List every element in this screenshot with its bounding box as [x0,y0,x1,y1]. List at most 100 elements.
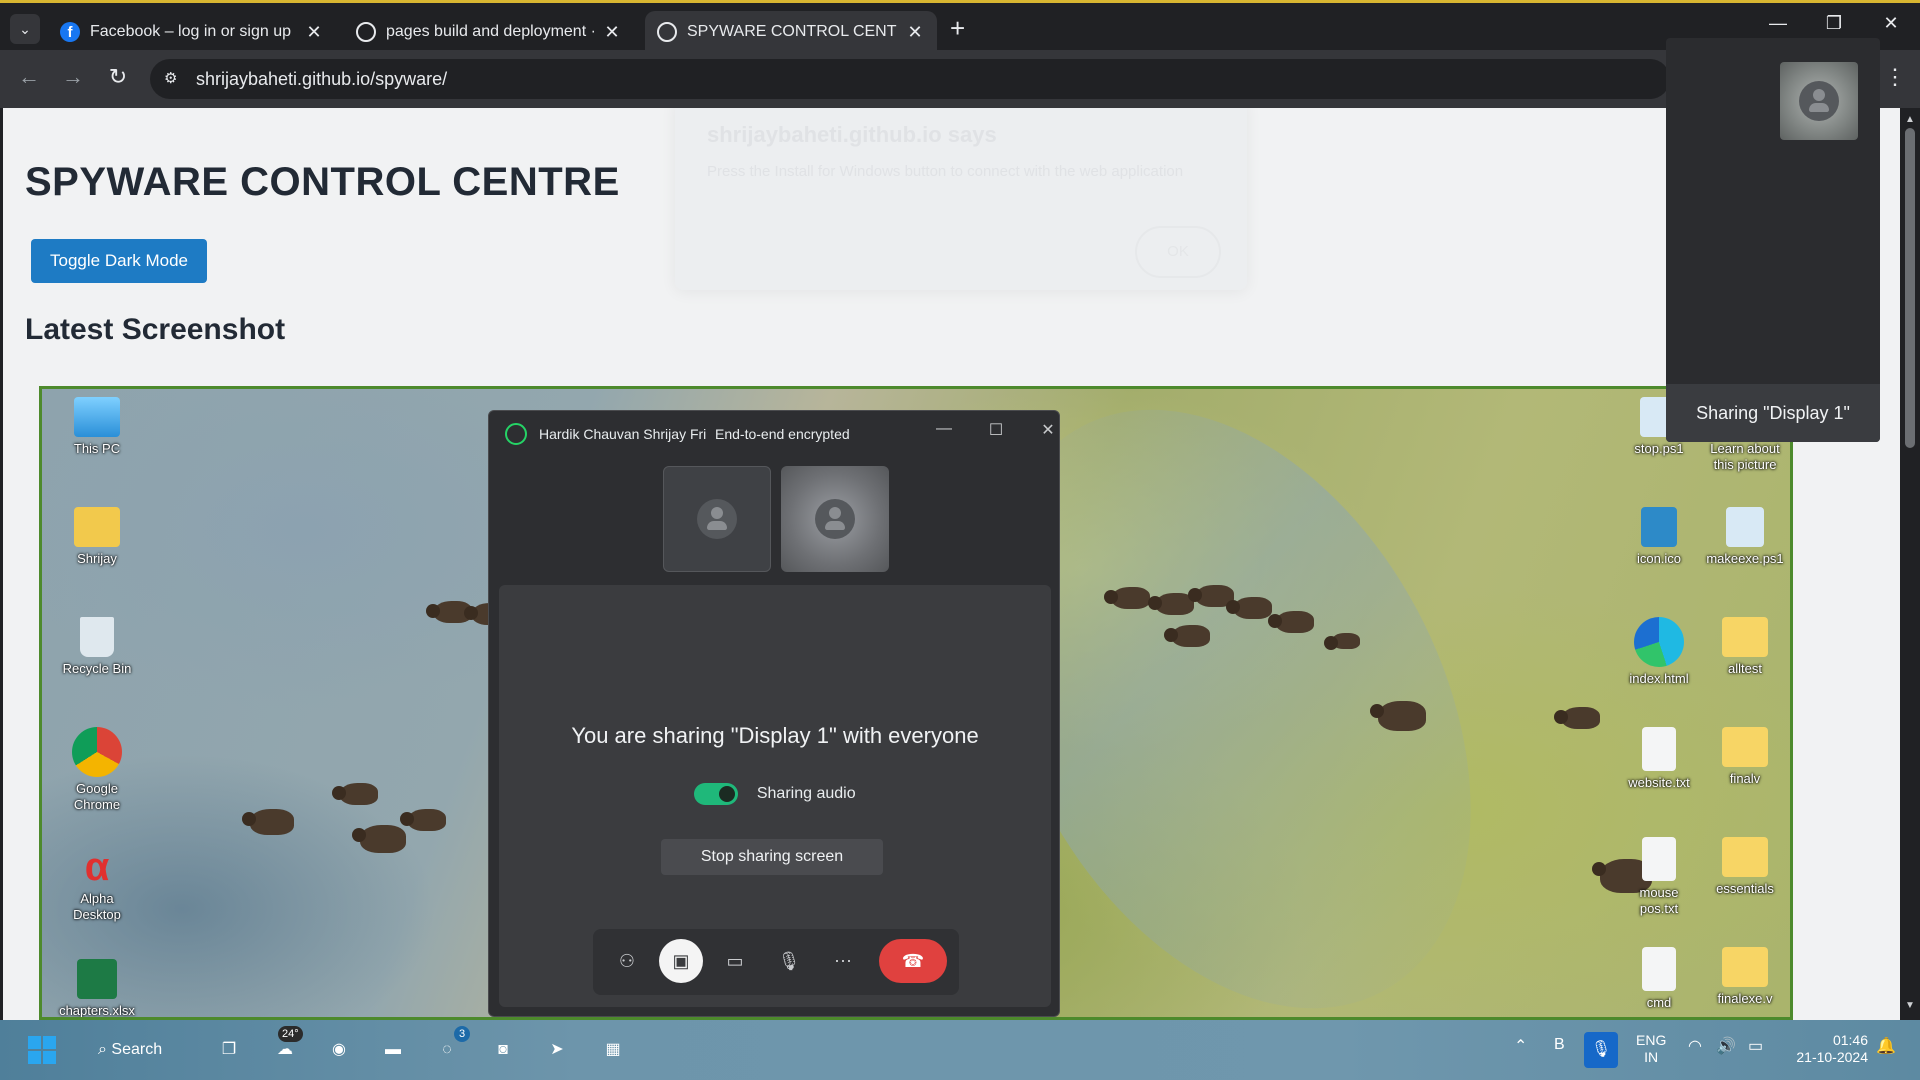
desktop-icon-shrijay[interactable]: Shrijay [57,507,137,567]
wifi-icon[interactable]: ◠ [1688,1036,1702,1056]
close-icon[interactable]: ✕ [304,22,324,43]
desktop-icon-cmd[interactable]: cmd [1619,947,1699,1011]
desktop-icon-essentials[interactable]: essentials [1705,837,1785,897]
desktop-icon-finalexe[interactable]: finalexe.v [1705,947,1785,1007]
bison [1324,633,1360,650]
faded-alert-ok-button[interactable]: OK [1135,226,1221,278]
sharing-message: You are sharing "Display 1" with everyon… [571,723,979,748]
faded-alert-title: shrijaybaheti.github.io says [707,122,997,147]
desktop-icon-this-pc[interactable]: This PC [57,397,137,457]
battery-icon[interactable]: ▭ [1748,1036,1763,1056]
globe-icon [657,22,677,42]
address-bar[interactable]: ⚙ shrijaybaheti.github.io/spyware/ [150,59,1670,99]
desktop-icon-recycle-bin[interactable]: Recycle Bin [57,617,137,677]
scroll-thumb[interactable] [1905,128,1915,448]
bison [242,809,294,835]
scroll-up-arrow[interactable]: ▲ [1903,114,1917,125]
add-participant-icon[interactable]: ⚇ [605,939,649,983]
floating-call-preview[interactable]: Sharing "Display 1" [1666,38,1880,442]
desktop-icon-alpha-desktop[interactable]: α Alpha Desktop [57,847,137,923]
bison [332,783,378,805]
latest-screenshot-heading: Latest Screenshot [25,313,286,346]
tab-facebook[interactable]: f Facebook – log in or sign up ✕ [48,11,336,53]
recycle-bin-icon [80,617,114,657]
page-scrollbar[interactable]: ▲ ▼ [1900,108,1920,1020]
start-button[interactable] [28,1036,56,1064]
chrome-taskbar-icon[interactable]: ◉ [322,1034,356,1066]
show-hidden-icons-icon[interactable]: ⌃ [1514,1036,1527,1056]
notification-bell-icon[interactable]: 🔔 [1876,1036,1896,1056]
tab-github[interactable]: pages build and deployment · s ✕ [344,11,634,53]
desktop-icon-alltest[interactable]: alltest [1705,617,1785,677]
weather-badge: 24° [278,1026,303,1042]
call-close-button[interactable]: ✕ [1033,420,1063,440]
desktop-icon-website-txt[interactable]: website.txt [1619,727,1699,791]
forward-button[interactable]: → [58,64,88,90]
bison [1104,587,1150,609]
microsoft-store-icon[interactable]: ▦ [596,1034,630,1066]
url-text[interactable]: shrijaybaheti.github.io/spyware/ [196,69,447,90]
system-clock[interactable]: 01:46 21-10-2024 [1786,1032,1868,1066]
desktop-icon-label: makeexe.ps1 [1706,551,1784,566]
desktop-icon-index-html[interactable]: index.html [1619,617,1699,687]
close-window-button[interactable]: ✕ [1871,13,1911,34]
tab-spyware[interactable]: SPYWARE CONTROL CENTRE ✕ [645,11,937,53]
desktop-icon-label: index.html [1629,671,1689,686]
desktop-icon-label: finalv [1729,771,1761,786]
file-explorer-icon[interactable]: ▬ [376,1034,410,1066]
participant-tile[interactable] [663,466,771,572]
scroll-down-arrow[interactable]: ▼ [1903,1000,1917,1011]
tray-app-icon[interactable]: B [1554,1036,1565,1054]
taskbar-search[interactable]: ⌕ Search [98,1034,178,1066]
avatar [815,499,855,539]
call-maximize-button[interactable]: ☐ [981,420,1011,440]
ico-file-icon [1641,507,1677,547]
desktop-icon-google-chrome[interactable]: Google Chrome [57,727,137,813]
desktop-icon-makeexe-ps1[interactable]: makeexe.ps1 [1705,507,1785,567]
desktop-icon-label: Learn about this picture [1710,441,1780,472]
volume-icon[interactable]: 🔊 [1716,1036,1736,1056]
bison [1268,611,1314,633]
task-view-icon[interactable]: ❐ [214,1034,244,1066]
folder-icon [1722,947,1768,987]
desktop-icon-finalv[interactable]: finalv [1705,727,1785,787]
close-icon[interactable]: ✕ [905,22,925,43]
telegram-icon[interactable]: ➤ [540,1034,574,1066]
more-options-icon[interactable]: ⋯ [821,939,865,983]
back-button[interactable]: ← [14,64,44,90]
text-file-icon [1642,947,1676,991]
reload-button[interactable]: ↻ [103,64,133,90]
desktop-icon-label: finalexe.v [1717,991,1773,1006]
desktop-icon-label: stop.ps1 [1634,441,1684,456]
instagram-icon[interactable]: ◙ [486,1034,520,1066]
minimize-button[interactable]: — [1758,13,1798,34]
call-minimize-button[interactable]: — [929,420,959,438]
new-tab-button[interactable]: + [950,15,965,41]
camera-icon[interactable]: ▭ [713,939,757,983]
toggle-dark-mode-button[interactable]: Toggle Dark Mode [31,239,207,283]
encryption-label: End-to-end encrypted [715,426,850,442]
desktop-icon-label: Shrijay [77,551,117,566]
desktop-icon-label: essentials [1716,881,1774,896]
page-title: SPYWARE CONTROL CENTRE [25,160,620,204]
restore-button[interactable]: ❐ [1814,13,1854,34]
close-icon[interactable]: ✕ [602,22,622,43]
desktop-icon-chapters-xlsx[interactable]: chapters.xlsx [57,959,137,1017]
language-indicator[interactable]: ENG IN [1636,1032,1666,1066]
participant-tile[interactable] [781,466,889,572]
tab-search-button[interactable]: ⌄ [10,14,40,44]
desktop-icon-mouse-pos-txt[interactable]: mouse pos.txt [1619,837,1699,917]
microphone-icon[interactable]: 🎙 [767,939,811,983]
site-info-icon[interactable]: ⚙ [164,69,184,89]
sharing-audio-toggle[interactable] [694,783,739,805]
sharing-display-label: Sharing "Display 1" [1666,384,1880,442]
end-call-button[interactable]: ☎ [879,939,947,983]
language-code: ENG [1636,1032,1667,1048]
screen-share-icon[interactable]: ▣ [659,939,703,983]
clock-date: 21-10-2024 [1796,1049,1868,1065]
desktop-icon-icon-ico[interactable]: icon.ico [1619,507,1699,567]
browser-menu-button[interactable]: ⋮ [1880,64,1910,90]
microphone-in-use-icon[interactable]: 🎙 [1584,1032,1618,1068]
stop-sharing-button[interactable]: Stop sharing screen [661,839,883,875]
faded-alert-text: Press the Install for Windows button to … [707,163,1184,180]
